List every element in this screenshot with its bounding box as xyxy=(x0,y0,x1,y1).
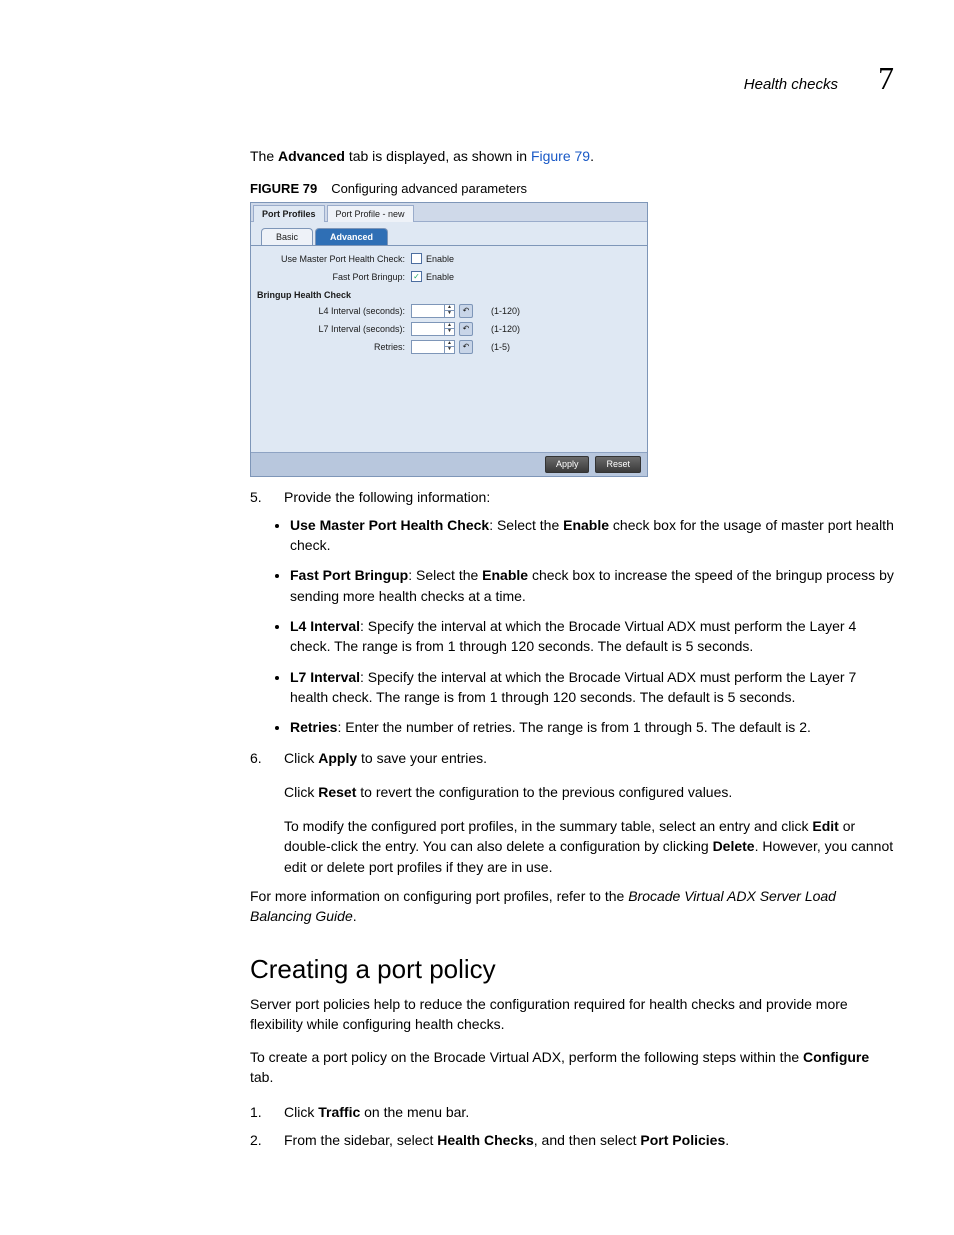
bullet-list: Use Master Port Health Check: Select the… xyxy=(250,515,894,738)
file-tab-port-profiles[interactable]: Port Profiles xyxy=(253,205,325,222)
step-6: 6. Click Apply to save your entries. xyxy=(250,748,894,768)
bullet-retries: Retries: Enter the number of retries. Th… xyxy=(290,717,894,737)
spinner-l4-interval[interactable]: ▲▼ xyxy=(411,304,455,318)
step6-sub-reset: Click Reset to revert the configuration … xyxy=(284,782,894,802)
figure-link[interactable]: Figure 79 xyxy=(531,148,590,164)
policy-intro-1: Server port policies help to reduce the … xyxy=(250,995,894,1034)
section-heading-port-policy: Creating a port policy xyxy=(250,954,894,985)
step-2: 2. From the sidebar, select Health Check… xyxy=(250,1130,894,1150)
revert-icon[interactable]: ↶ xyxy=(459,304,473,318)
label-master-port-hc: Use Master Port Health Check: xyxy=(257,254,407,264)
bullet-fast-port-bringup: Fast Port Bringup: Select the Enable che… xyxy=(290,565,894,606)
intro-bold: Advanced xyxy=(278,148,345,164)
inner-tab-basic[interactable]: Basic xyxy=(261,228,313,245)
group-bringup-hc: Bringup Health Check xyxy=(257,286,641,302)
header-section: Health checks xyxy=(744,76,838,93)
revert-icon[interactable]: ↶ xyxy=(459,340,473,354)
enable-text: Enable xyxy=(426,272,454,282)
apply-button[interactable]: Apply xyxy=(545,456,590,473)
checkbox-fast-port-bringup[interactable]: ✓ xyxy=(411,271,422,282)
bullet-l7-interval: L7 Interval: Specify the interval at whi… xyxy=(290,667,894,708)
spinner-l7-interval[interactable]: ▲▼ xyxy=(411,322,455,336)
enable-text: Enable xyxy=(426,254,454,264)
reset-button[interactable]: Reset xyxy=(595,456,641,473)
range-retries: (1-5) xyxy=(491,342,510,352)
range-l4: (1-120) xyxy=(491,306,520,316)
more-info: For more information on configuring port… xyxy=(250,887,894,926)
step-1: 1. Click Traffic on the menu bar. xyxy=(250,1102,894,1122)
label-retries: Retries: xyxy=(257,342,407,352)
step-5: 5. Provide the following information: xyxy=(250,487,894,507)
label-l7-interval: L7 Interval (seconds): xyxy=(257,324,407,334)
inner-tab-advanced[interactable]: Advanced xyxy=(315,228,388,245)
checkbox-master-port-hc[interactable] xyxy=(411,253,422,264)
label-fast-port-bringup: Fast Port Bringup: xyxy=(257,272,407,282)
bullet-master-port-hc: Use Master Port Health Check: Select the… xyxy=(290,515,894,556)
figure-caption: FIGURE 79Configuring advanced parameters xyxy=(250,181,894,196)
chapter-number: 7 xyxy=(878,60,894,97)
step6-sub-edit-delete: To modify the configured port profiles, … xyxy=(284,816,894,877)
label-l4-interval: L4 Interval (seconds): xyxy=(257,306,407,316)
revert-icon[interactable]: ↶ xyxy=(459,322,473,336)
policy-intro-2: To create a port policy on the Brocade V… xyxy=(250,1048,894,1087)
file-tab-port-profile-new[interactable]: Port Profile - new xyxy=(327,205,414,222)
range-l7: (1-120) xyxy=(491,324,520,334)
bullet-l4-interval: L4 Interval: Specify the interval at whi… xyxy=(290,616,894,657)
figure-screenshot: Port Profiles Port Profile - new Basic A… xyxy=(250,202,648,477)
intro-paragraph: The Advanced tab is displayed, as shown … xyxy=(250,147,894,167)
spinner-retries[interactable]: ▲▼ xyxy=(411,340,455,354)
